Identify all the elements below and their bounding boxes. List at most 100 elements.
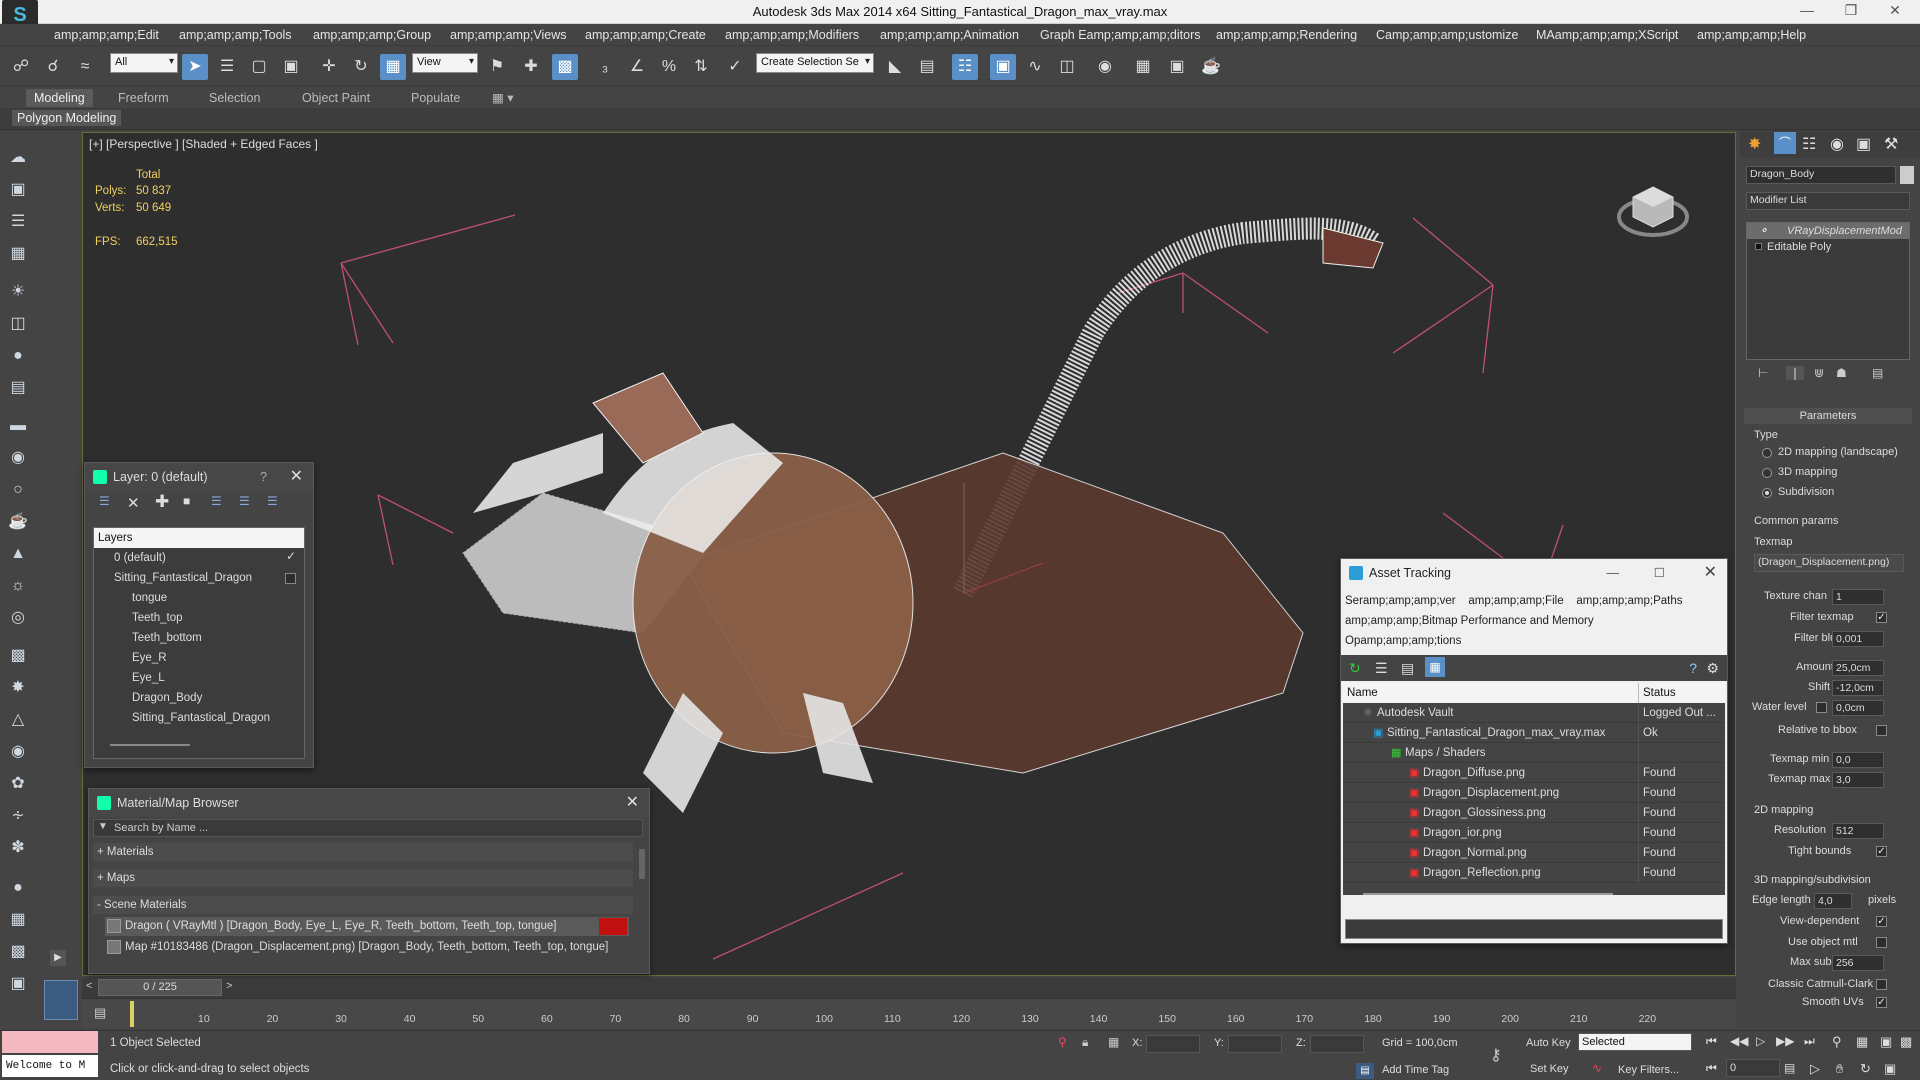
- asset-row[interactable]: ▣ Dragon_Diffuse.png Found: [1343, 763, 1725, 783]
- asset-row[interactable]: ▣ Dragon_Normal.png Found: [1343, 843, 1725, 863]
- asset-row[interactable]: ▣ Dragon_Displacement.png Found: [1343, 783, 1725, 803]
- object-row[interactable]: Teeth_top: [132, 608, 183, 628]
- zoom-icon[interactable]: ⚲: [1832, 1034, 1842, 1050]
- tab-object-paint[interactable]: Object Paint: [294, 89, 378, 107]
- object-row[interactable]: Sitting_Fantastical_Dragon: [132, 708, 270, 728]
- render-production-icon[interactable]: ☕: [1198, 54, 1224, 80]
- radio-2d-mapping[interactable]: [1762, 448, 1772, 458]
- asset-row[interactable]: ▣ Sitting_Fantastical_Dragon_max_vray.max…: [1343, 723, 1725, 743]
- y-coordinate-field[interactable]: [1228, 1035, 1282, 1053]
- layer-manager-icon[interactable]: ☷: [952, 54, 978, 80]
- view-dependent-checkbox[interactable]: ✓: [1876, 916, 1887, 927]
- object-name-field[interactable]: Dragon_Body: [1746, 166, 1896, 184]
- resolution-spinner[interactable]: 512: [1832, 823, 1884, 839]
- bag-icon[interactable]: ▣: [6, 972, 30, 996]
- layer-row[interactable]: Sitting_Fantastical_Dragon: [114, 568, 252, 588]
- curve-editor-mini-icon[interactable]: ▤: [94, 1005, 106, 1021]
- refresh-icon[interactable]: ↻: [1349, 660, 1361, 677]
- modify-tab-icon[interactable]: ⌒: [1774, 132, 1796, 154]
- object-color-swatch[interactable]: [1900, 166, 1914, 184]
- material-map-browser-panel[interactable]: Material/Map Browser ✕ ▼ Search by Name …: [88, 788, 650, 974]
- radio-3d-mapping[interactable]: [1762, 468, 1772, 478]
- maximize-icon[interactable]: ☐: [1654, 559, 1665, 587]
- camera-icon[interactable]: ◫: [6, 312, 30, 336]
- prev-frame-icon[interactable]: <: [86, 980, 92, 992]
- menu-create[interactable]: amp;amp;amp;Create: [585, 28, 706, 42]
- object-row[interactable]: tongue: [132, 588, 167, 608]
- smooth-uvs-checkbox[interactable]: ✓: [1876, 997, 1887, 1008]
- torus-icon[interactable]: ◎: [6, 606, 30, 630]
- graphite-toolbar-icon[interactable]: ▣: [990, 54, 1016, 80]
- pin-stack-icon[interactable]: ⊢: [1758, 366, 1768, 380]
- utilities-tab-icon[interactable]: ⚒: [1884, 134, 1898, 154]
- schematic-view-icon[interactable]: ◫: [1054, 54, 1080, 80]
- snap-3-icon[interactable]: ₃: [592, 54, 618, 80]
- menu-animation[interactable]: amp;amp;amp;Animation: [880, 28, 1019, 42]
- texmap-min-spinner[interactable]: 0,0: [1832, 752, 1884, 768]
- option-2d-mapping[interactable]: 2D mapping (landscape): [1778, 446, 1898, 458]
- close-icon[interactable]: ✕: [1704, 559, 1717, 587]
- pivot-center-icon[interactable]: ⚑: [484, 54, 510, 80]
- menu-file[interactable]: amp;amp;amp;File: [1468, 595, 1563, 607]
- globe-icon[interactable]: ◉: [6, 740, 30, 764]
- angle-snap-icon[interactable]: ∠: [624, 54, 650, 80]
- key-icon[interactable]: ⚷: [1490, 1045, 1502, 1065]
- stack-item-vray-displacement[interactable]: ⚬ VRayDisplacementMod: [1747, 223, 1909, 239]
- delete-layer-icon[interactable]: ✕: [127, 494, 140, 512]
- hierarchy-tab-icon[interactable]: ☷: [1802, 134, 1816, 154]
- teapot-icon[interactable]: ☕: [6, 510, 30, 534]
- z-coordinate-field[interactable]: [1310, 1035, 1364, 1053]
- polygon-modeling-label[interactable]: Polygon Modeling: [12, 110, 122, 126]
- menu-edit[interactable]: amp;amp;amp;Edit: [54, 28, 159, 42]
- scene-explorer-icon[interactable]: ▦: [6, 908, 30, 932]
- script-icon[interactable]: ▩: [6, 940, 30, 964]
- prev-key-icon[interactable]: ◀◀: [1730, 1034, 1748, 1048]
- tab-modeling[interactable]: Modeling: [26, 89, 93, 107]
- edit-named-selection-icon[interactable]: ✓: [722, 54, 748, 80]
- layer-row[interactable]: 0 (default): [114, 548, 166, 568]
- tab-freeform[interactable]: Freeform: [110, 89, 177, 107]
- light-icon[interactable]: ☀: [6, 280, 30, 304]
- lock-icon[interactable]: 🔒︎: [1082, 1035, 1088, 1050]
- align-icon[interactable]: ▤: [914, 54, 940, 80]
- filter-blur-spinner[interactable]: 0,001: [1832, 631, 1884, 647]
- catmull-clark-checkbox[interactable]: [1876, 979, 1887, 990]
- hide-all-icon[interactable]: ☰: [239, 494, 250, 508]
- pattern-icon[interactable]: ▩: [6, 644, 30, 668]
- reference-coord-dropdown[interactable]: View: [412, 53, 478, 73]
- freeze-all-icon[interactable]: ☰: [267, 494, 278, 508]
- key-mode-toggle-icon[interactable]: ⏮︎: [1706, 1061, 1717, 1076]
- edge-length-spinner[interactable]: 4,0: [1814, 893, 1852, 909]
- tab-selection[interactable]: Selection: [201, 89, 268, 107]
- go-to-end-icon[interactable]: ⏭︎: [1804, 1034, 1815, 1049]
- time-tag-icon[interactable]: ▤: [1356, 1063, 1374, 1079]
- menu-server[interactable]: Seramp;amp;amp;ver: [1345, 595, 1456, 607]
- play-arrow-icon[interactable]: ▶: [50, 950, 66, 966]
- max-subdivs-spinner[interactable]: 256: [1832, 955, 1884, 971]
- select-objects-icon[interactable]: ■: [183, 494, 190, 508]
- menu-maxscript[interactable]: MAamp;amp;amp;XScript: [1536, 28, 1678, 42]
- select-by-name-icon[interactable]: ☰: [214, 54, 240, 80]
- isolate-icon[interactable]: ⚲: [1058, 1035, 1067, 1049]
- maxscript-listener-pink[interactable]: [2, 1031, 98, 1053]
- add-time-tag[interactable]: Add Time Tag: [1382, 1064, 1449, 1076]
- asset-tracking-header[interactable]: Asset Tracking — ☐ ✕: [1341, 559, 1727, 587]
- create-icon[interactable]: ☁: [6, 146, 30, 170]
- add-to-layer-icon[interactable]: ✚: [155, 492, 169, 512]
- object-row[interactable]: Teeth_bottom: [132, 628, 202, 648]
- zoom-extents-all-icon[interactable]: ▩: [1900, 1034, 1912, 1050]
- mini-viewport-button[interactable]: [44, 980, 78, 1020]
- create-tab-icon[interactable]: ✸: [1748, 134, 1761, 154]
- menu-help[interactable]: amp;amp;amp;Help: [1697, 28, 1806, 42]
- menu-group[interactable]: amp;amp;amp;Group: [313, 28, 431, 42]
- fov-icon[interactable]: ▷: [1810, 1061, 1820, 1077]
- horizontal-scrollbar[interactable]: [110, 744, 190, 746]
- asset-row[interactable]: ▣ Dragon_Reflection.png Found: [1343, 863, 1725, 883]
- motion-tab-icon[interactable]: ◉: [1830, 134, 1844, 154]
- radio-subdivision[interactable]: [1762, 488, 1772, 498]
- use-object-mtl-checkbox[interactable]: [1876, 937, 1887, 948]
- time-slider-thumb[interactable]: 0 / 225: [98, 979, 222, 996]
- shift-spinner[interactable]: -12,0cm: [1832, 680, 1884, 696]
- water-level-checkbox[interactable]: [1816, 702, 1827, 713]
- menu-bitmap-performance[interactable]: amp;amp;amp;Bitmap Performance and Memor…: [1345, 615, 1594, 627]
